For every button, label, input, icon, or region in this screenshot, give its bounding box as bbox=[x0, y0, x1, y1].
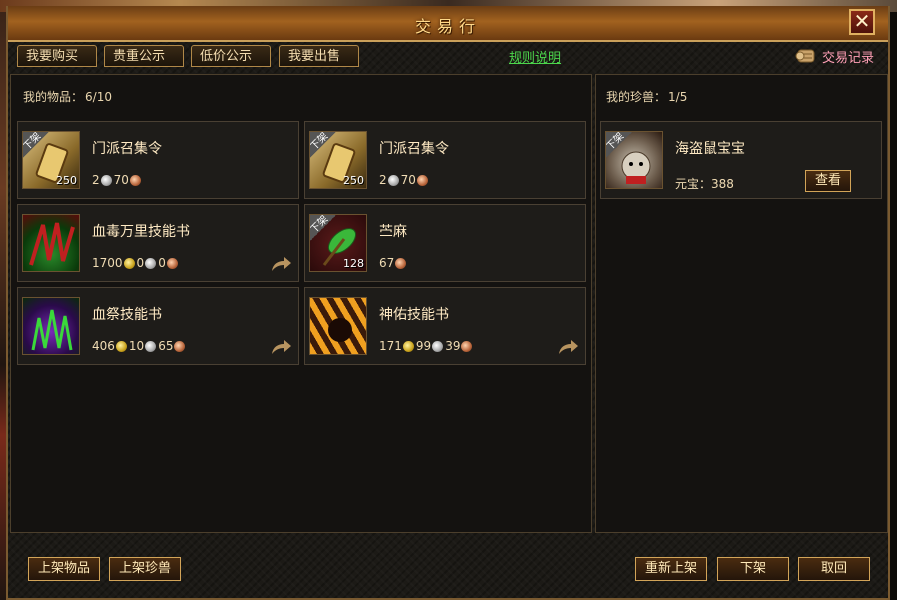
title-bar: 交易行 bbox=[8, 6, 888, 42]
share-icon[interactable] bbox=[270, 255, 292, 273]
item-name: 门派召集令 bbox=[92, 141, 162, 157]
pets-panel-label: 我的珍兽： bbox=[606, 90, 667, 104]
trade-record-label: 交易记录 bbox=[822, 51, 875, 66]
pet-name: 海盗鼠宝宝 bbox=[675, 141, 745, 157]
silver-coin-icon bbox=[387, 174, 399, 186]
item-card[interactable]: 下架 250 门派召集令 2 70 bbox=[304, 121, 586, 199]
copper-coin-icon bbox=[395, 257, 407, 269]
pet-price: 元宝：388 bbox=[675, 177, 734, 191]
pet-portrait: 下架 bbox=[605, 131, 663, 189]
share-icon[interactable] bbox=[557, 338, 579, 356]
pets-count: 1/5 bbox=[668, 90, 688, 104]
item-name: 苎麻 bbox=[379, 224, 407, 240]
view-pet-button[interactable]: 查看 bbox=[805, 170, 851, 192]
item-icon-skillbook-blood-poison bbox=[22, 214, 80, 272]
retrieve-button[interactable]: 取回 bbox=[798, 557, 870, 581]
item-icon-summon-token: 下架 250 bbox=[22, 131, 80, 189]
item-qty: 250 bbox=[56, 174, 77, 187]
delisted-badge: 下架 bbox=[606, 132, 634, 160]
item-icon-ramie: 下架 128 bbox=[309, 214, 367, 272]
rules-link[interactable]: 规则说明 bbox=[509, 47, 561, 66]
item-price: 67 bbox=[379, 256, 408, 270]
item-card[interactable]: 血毒万里技能书 1700 0 0 bbox=[17, 204, 299, 282]
item-name: 门派召集令 bbox=[379, 141, 449, 157]
silver-coin-icon bbox=[432, 340, 444, 352]
items-panel-label: 我的物品： bbox=[23, 90, 84, 104]
item-name: 神佑技能书 bbox=[379, 307, 449, 323]
items-panel-header: 我的物品： 6/10 bbox=[21, 88, 112, 105]
scroll-icon bbox=[795, 49, 815, 63]
item-card[interactable]: 下架 128 苎麻 67 bbox=[304, 204, 586, 282]
delisted-badge: 下架 bbox=[310, 132, 338, 160]
window-title: 交易行 bbox=[414, 17, 481, 36]
items-count: 6/10 bbox=[85, 90, 112, 104]
gold-coin-icon bbox=[123, 257, 135, 269]
item-qty: 250 bbox=[343, 174, 364, 187]
tab-buy[interactable]: 我要购买 bbox=[17, 45, 97, 67]
delisted-badge: 下架 bbox=[310, 215, 338, 243]
silver-coin-icon bbox=[145, 340, 157, 352]
item-name: 血毒万里技能书 bbox=[92, 224, 190, 240]
item-price: 2 70 bbox=[379, 173, 430, 187]
gold-coin-icon bbox=[115, 340, 127, 352]
close-button[interactable]: ✕ bbox=[849, 9, 875, 35]
skillbook-icon bbox=[31, 309, 73, 351]
item-price: 2 70 bbox=[92, 173, 143, 187]
item-name: 血祭技能书 bbox=[92, 307, 162, 323]
tab-valuable-notice[interactable]: 贵重公示 bbox=[104, 45, 184, 67]
delisted-badge: 下架 bbox=[23, 132, 51, 160]
tab-sell[interactable]: 我要出售 bbox=[279, 45, 359, 67]
pet-card[interactable]: 下架 海盗鼠宝宝 元宝：388 查看 bbox=[600, 121, 882, 199]
item-icon-summon-token: 下架 250 bbox=[309, 131, 367, 189]
item-icon-skillbook-blood-sacrifice bbox=[22, 297, 80, 355]
item-card[interactable]: 神佑技能书 171 99 39 bbox=[304, 287, 586, 365]
silver-coin-icon bbox=[145, 257, 157, 269]
item-price: 1700 0 0 bbox=[92, 256, 180, 270]
item-card[interactable]: 下架 250 门派召集令 2 70 bbox=[17, 121, 299, 199]
copper-coin-icon bbox=[129, 174, 141, 186]
list-item-button[interactable]: 上架物品 bbox=[28, 557, 100, 581]
gold-coin-icon bbox=[402, 340, 414, 352]
item-qty: 128 bbox=[343, 257, 364, 270]
copper-coin-icon bbox=[461, 340, 473, 352]
copper-coin-icon bbox=[174, 340, 186, 352]
silver-coin-icon bbox=[100, 174, 112, 186]
copper-coin-icon bbox=[166, 257, 178, 269]
item-price: 171 99 39 bbox=[379, 339, 474, 353]
skillbook-icon bbox=[29, 222, 75, 266]
pets-panel-header: 我的珍兽： 1/5 bbox=[604, 88, 687, 105]
share-icon[interactable] bbox=[270, 338, 292, 356]
item-card[interactable]: 血祭技能书 406 10 65 bbox=[17, 287, 299, 365]
tab-lowprice-notice[interactable]: 低价公示 bbox=[191, 45, 271, 67]
item-icon-skillbook-divine-blessing bbox=[309, 297, 367, 355]
delist-button[interactable]: 下架 bbox=[717, 557, 789, 581]
relist-button[interactable]: 重新上架 bbox=[635, 557, 707, 581]
skillbook-icon bbox=[328, 318, 352, 342]
copper-coin-icon bbox=[416, 174, 428, 186]
item-price: 406 10 65 bbox=[92, 339, 187, 353]
list-pet-button[interactable]: 上架珍兽 bbox=[109, 557, 181, 581]
